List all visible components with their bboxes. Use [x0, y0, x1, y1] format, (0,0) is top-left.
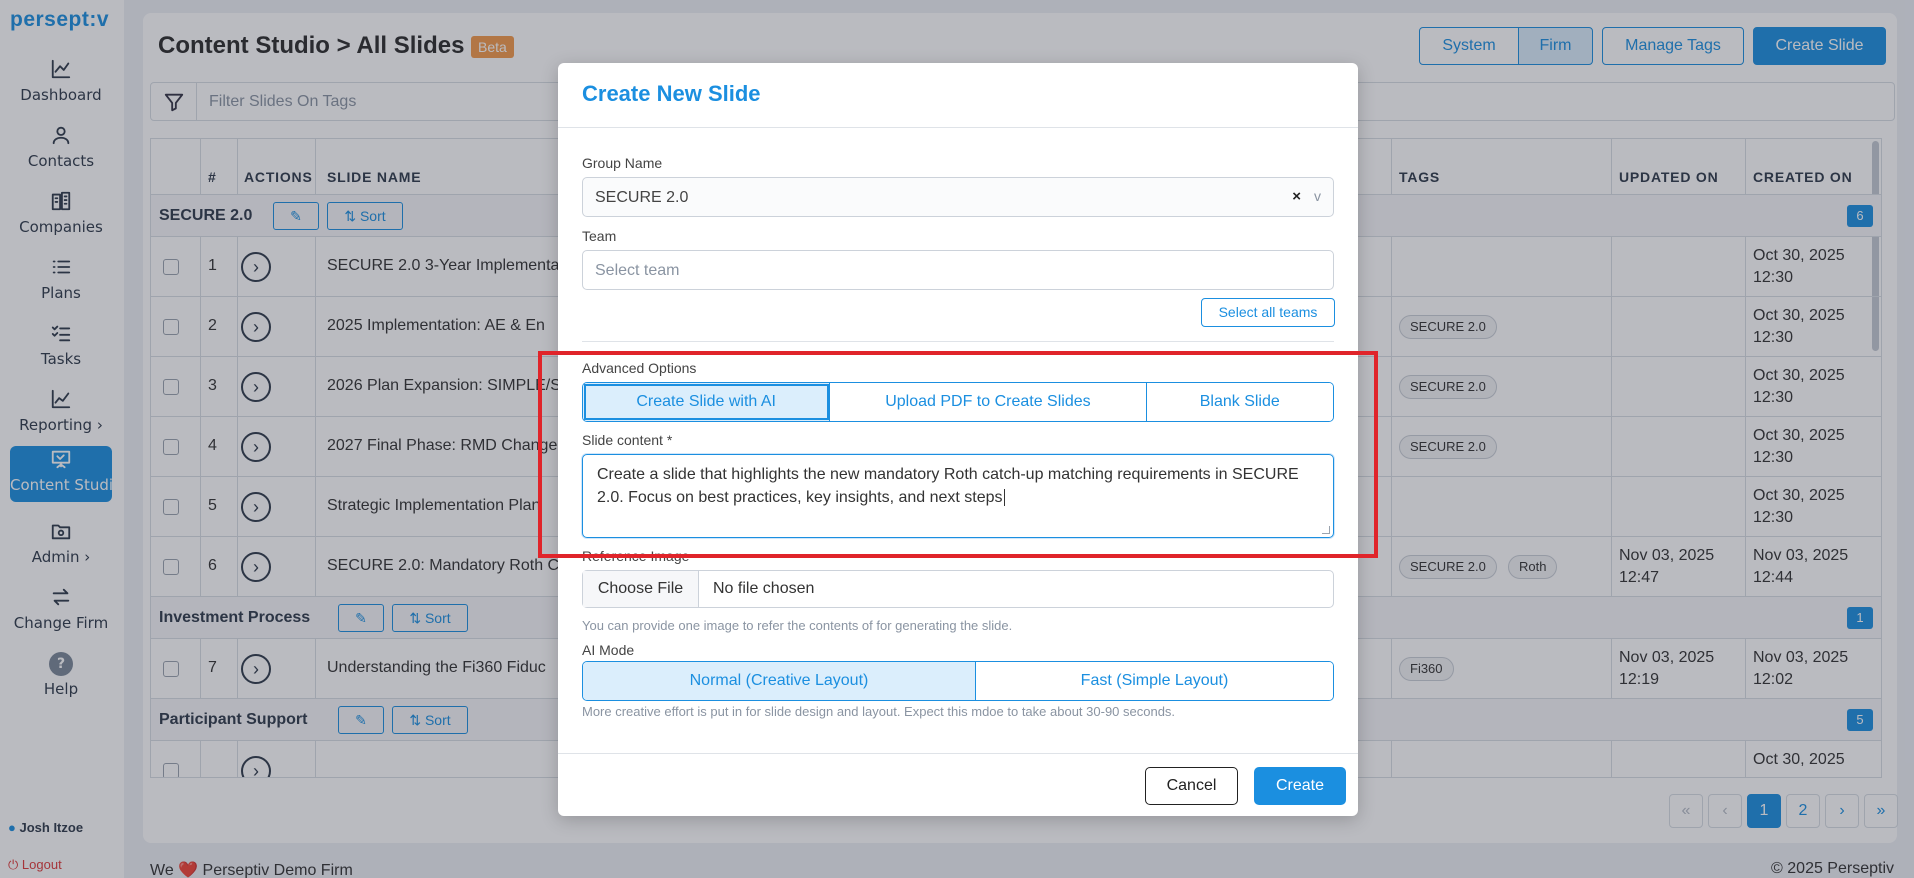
no-file-text: No file chosen	[713, 580, 815, 597]
chevron-down-icon[interactable]: v	[1314, 188, 1321, 204]
group-name-label: Group Name	[582, 155, 663, 171]
create-button[interactable]: Create	[1254, 767, 1346, 805]
team-label: Team	[582, 228, 617, 244]
cancel-button[interactable]: Cancel	[1145, 767, 1238, 805]
clear-icon[interactable]: ×	[1292, 188, 1301, 205]
group-name-select[interactable]: SECURE 2.0 × v	[582, 177, 1334, 217]
reference-image-input[interactable]: Choose File No file chosen	[582, 570, 1334, 608]
modal-divider	[558, 127, 1358, 128]
highlight-box	[538, 351, 1378, 558]
reference-image-hint: You can provide one image to refer the c…	[582, 618, 1013, 633]
modal-title: Create New Slide	[582, 81, 761, 106]
team-placeholder: Select team	[595, 262, 680, 279]
select-all-teams-button[interactable]: Select all teams	[1201, 298, 1335, 327]
ai-mode-normal-option[interactable]: Normal (Creative Layout)	[583, 662, 976, 700]
ai-mode-hint: More creative effort is put in for slide…	[582, 704, 1176, 719]
ai-mode-label: AI Mode	[582, 642, 635, 658]
team-select[interactable]: Select team	[582, 250, 1334, 290]
ai-mode-fast-option[interactable]: Fast (Simple Layout)	[975, 662, 1333, 700]
modal-footer-divider	[558, 753, 1358, 754]
choose-file-button[interactable]: Choose File	[583, 571, 699, 607]
group-name-value: SECURE 2.0	[595, 189, 689, 206]
ai-mode-group: Normal (Creative Layout) Fast (Simple La…	[582, 661, 1334, 701]
section-divider	[582, 341, 1334, 342]
